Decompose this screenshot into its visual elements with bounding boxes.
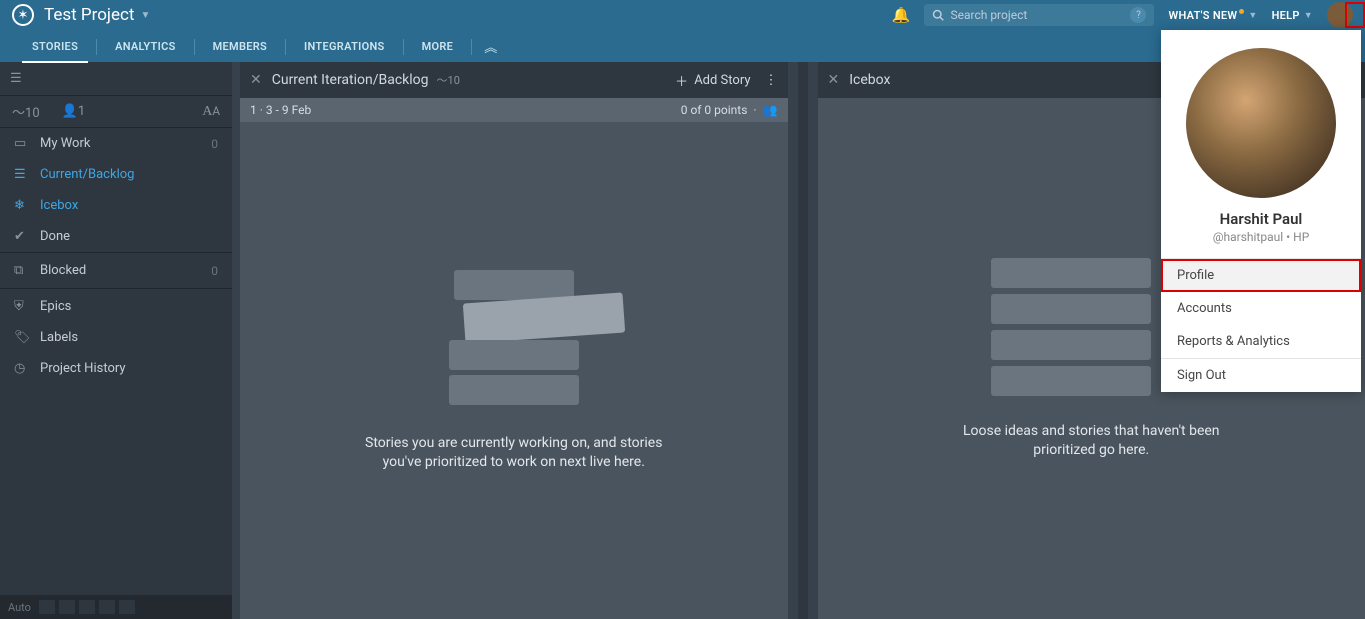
sidebar-item-icebox[interactable]: ❄ Icebox bbox=[0, 190, 232, 221]
panel-title: Current Iteration/Backlog bbox=[272, 72, 429, 88]
menu-reports[interactable]: Reports & Analytics bbox=[1161, 325, 1361, 358]
snowflake-icon: ❄ bbox=[14, 198, 30, 213]
add-story-button[interactable]: ＋Add Story bbox=[675, 71, 750, 90]
sidebar-item-my-work[interactable]: ▭ My Work 0 bbox=[0, 128, 232, 159]
project-title[interactable]: Test Project bbox=[44, 5, 134, 25]
inbox-icon: ▭ bbox=[14, 136, 30, 151]
close-icon[interactable]: ✕ bbox=[828, 72, 840, 88]
list-icon: ☰ bbox=[14, 167, 30, 182]
panel-current: ✕ Current Iteration/Backlog 〜10 ＋Add Sto… bbox=[240, 62, 788, 619]
sidebar-item-current[interactable]: ☰ Current/Backlog bbox=[0, 159, 232, 190]
panel-menu-icon[interactable]: ⋮ bbox=[765, 73, 778, 88]
points-label: 0 of 0 points bbox=[681, 103, 748, 117]
font-size-toggle[interactable]: AA bbox=[202, 104, 220, 120]
tag-icon: 🏷 bbox=[14, 330, 30, 345]
iteration-label: 1 · 3 - 9 Feb bbox=[250, 103, 311, 117]
panel-splitter[interactable] bbox=[798, 62, 808, 619]
members-stat[interactable]: 👤1 bbox=[62, 104, 86, 119]
iteration-row[interactable]: 1 · 3 - 9 Feb 0 of 0 points · 👥 bbox=[240, 98, 788, 122]
bell-icon[interactable]: 🔔 bbox=[892, 6, 911, 24]
shield-icon: ⛨ bbox=[14, 299, 30, 314]
notification-dot bbox=[1239, 9, 1244, 14]
sidebar-item-history[interactable]: ◷ Project History bbox=[0, 353, 232, 384]
menu-signout[interactable]: Sign Out bbox=[1161, 359, 1361, 392]
empty-state-text: Stories you are currently working on, an… bbox=[364, 434, 664, 472]
user-name: Harshit Paul bbox=[1171, 210, 1351, 228]
tab-members[interactable]: MEMBERS bbox=[195, 31, 285, 63]
close-icon[interactable]: ✕ bbox=[250, 72, 262, 88]
velocity-stat[interactable]: 〜10 bbox=[12, 102, 40, 121]
menu-profile[interactable]: Profile bbox=[1161, 259, 1361, 292]
sidebar-item-blocked[interactable]: ⧉ Blocked 0 bbox=[0, 255, 232, 286]
sidebar-item-epics[interactable]: ⛨ Epics bbox=[0, 291, 232, 322]
highlight-annotation bbox=[1345, 2, 1365, 28]
search-input[interactable]: Search project ? bbox=[924, 4, 1154, 26]
panel-title: Icebox bbox=[849, 72, 890, 88]
chevron-down-icon[interactable]: ▼ bbox=[140, 10, 150, 21]
expand-tabs-icon[interactable]: ︽ bbox=[472, 37, 509, 56]
tab-stories[interactable]: STORIES bbox=[14, 31, 96, 63]
user-dropdown: Harshit Paul @harshitpaul • HP Profile A… bbox=[1161, 30, 1361, 392]
top-bar: ✶ Test Project ▼ 🔔 Search project ? WHAT… bbox=[0, 0, 1365, 30]
avatar-large bbox=[1186, 48, 1336, 198]
team-icon[interactable]: 👥 bbox=[763, 103, 778, 117]
whats-new-link[interactable]: WHAT'S NEW▼ bbox=[1168, 9, 1257, 22]
panel-velocity: 〜10 bbox=[437, 72, 460, 88]
tab-more[interactable]: MORE bbox=[404, 31, 472, 63]
sidebar-footer: Auto bbox=[0, 595, 232, 619]
blocked-icon: ⧉ bbox=[14, 263, 30, 278]
hamburger-icon[interactable]: ☰ bbox=[10, 71, 22, 86]
sidebar-item-done[interactable]: ✔ Done bbox=[0, 221, 232, 252]
tab-integrations[interactable]: INTEGRATIONS bbox=[286, 31, 403, 63]
tab-analytics[interactable]: ANALYTICS bbox=[97, 31, 194, 63]
search-icon bbox=[932, 9, 944, 21]
layout-icons[interactable] bbox=[39, 600, 135, 614]
empty-illustration bbox=[414, 270, 614, 410]
user-handle: @harshitpaul • HP bbox=[1171, 230, 1351, 244]
check-icon: ✔ bbox=[14, 229, 30, 244]
search-help-icon[interactable]: ? bbox=[1130, 7, 1146, 23]
sidebar-item-labels[interactable]: 🏷 Labels bbox=[0, 322, 232, 353]
clock-icon: ◷ bbox=[14, 361, 30, 376]
sidebar: ☰ 〜10 👤1 AA ▭ My Work 0 ☰ Current/Backlo… bbox=[0, 62, 232, 619]
plus-icon: ＋ bbox=[675, 71, 688, 90]
density-mode[interactable]: Auto bbox=[8, 601, 31, 614]
help-link[interactable]: HELP▼ bbox=[1272, 9, 1313, 22]
menu-accounts[interactable]: Accounts bbox=[1161, 292, 1361, 325]
empty-state-text: Loose ideas and stories that haven't bee… bbox=[941, 422, 1241, 460]
search-placeholder: Search project bbox=[950, 8, 1027, 22]
app-logo[interactable]: ✶ bbox=[12, 4, 34, 26]
